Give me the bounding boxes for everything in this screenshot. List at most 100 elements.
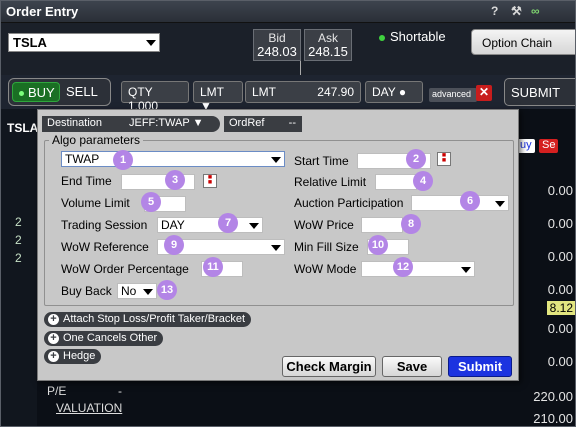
callout-badge: 1: [113, 150, 133, 170]
ask-value: 248.15: [308, 44, 348, 59]
callout-badge: 2: [406, 149, 426, 169]
one-cancels-other-label: One Cancels Other: [63, 332, 158, 344]
price-highlight: 8.12: [546, 301, 575, 315]
submit-top-button[interactable]: SUBMIT: [504, 78, 575, 106]
bid-value: 248.03: [257, 44, 297, 59]
chevron-down-icon: [143, 289, 153, 295]
ask-label: Ask: [317, 31, 338, 45]
price-tick: 220.00: [533, 389, 573, 404]
one-cancels-other-button[interactable]: + One Cancels Other: [44, 331, 164, 346]
advanced-order-panel: Destination JEFF:TWAP ▼ OrdRef -- Algo pa…: [37, 109, 519, 381]
callout-badge: 9: [164, 235, 184, 255]
price-tick: 0.00: [547, 321, 573, 336]
symbol-value: TSLA: [13, 35, 47, 50]
relative-limit-input[interactable]: [375, 174, 417, 190]
submit-button[interactable]: Submit: [448, 356, 512, 377]
calendar-icon[interactable]: ■ ■: [203, 174, 217, 188]
buy-button[interactable]: BUY: [12, 82, 60, 102]
callout-badge: 7: [218, 213, 238, 233]
limit-price-value: 247.90: [317, 85, 354, 99]
order-entry-window: Order Entry ? ⚒ ∞ TSLA Bid 248.03 Ask 24…: [0, 0, 576, 427]
symbol-select[interactable]: TSLA: [8, 33, 160, 52]
pe-label: P/E: [47, 384, 67, 398]
destination-value: JEFF:TWAP: [129, 117, 190, 129]
window-title: Order Entry: [6, 4, 79, 19]
trading-session-select[interactable]: DAY: [157, 217, 263, 233]
end-time-label: End Time: [61, 174, 112, 188]
sell-button[interactable]: SELL: [66, 84, 98, 99]
bid-box[interactable]: Bid 248.03: [253, 29, 301, 61]
chevron-down-icon: [271, 245, 281, 251]
chevron-down-icon: [146, 40, 156, 46]
callout-badge: 11: [203, 257, 223, 277]
background-panel-left: 2 2 2: [1, 109, 37, 426]
price-tick: 210.00: [533, 411, 573, 426]
wow-mode-label: WoW Mode: [294, 262, 357, 276]
tif-value: DAY: [372, 85, 396, 99]
option-chain-button[interactable]: Option Chain: [471, 29, 575, 55]
callout-badge: 8: [401, 214, 421, 234]
advanced-toggle[interactable]: advanced: [429, 88, 477, 102]
order-type-select[interactable]: LMT ▼: [193, 81, 243, 113]
wow-price-input[interactable]: [361, 217, 403, 233]
attach-stop-loss-label: Attach Stop Loss/Profit Taker/Bracket: [63, 313, 245, 325]
callout-badge: 12: [393, 257, 413, 277]
buy-indicator-icon: [19, 91, 24, 97]
ask-box[interactable]: Ask 248.15: [304, 29, 352, 61]
shortable-label: Shortable: [390, 29, 446, 44]
ordref-field[interactable]: OrdRef --: [224, 116, 302, 132]
plus-icon: +: [48, 351, 59, 362]
price-tick: 0.00: [547, 249, 573, 264]
auction-participation-label: Auction Participation: [294, 196, 404, 210]
help-icon[interactable]: ?: [491, 4, 498, 18]
close-icon[interactable]: ✕: [476, 85, 492, 101]
algo-legend: Algo parameters: [49, 133, 144, 147]
callout-badge: 4: [413, 171, 433, 191]
buy-back-value: No: [121, 284, 137, 298]
attach-stop-loss-button[interactable]: + Attach Stop Loss/Profit Taker/Bracket: [44, 312, 251, 327]
background-tab[interactable]: TSLA: [7, 121, 38, 135]
relative-limit-label: Relative Limit: [294, 175, 367, 189]
price-tick: 0.00: [547, 216, 573, 231]
min-fill-size-label: Min Fill Size: [294, 240, 359, 254]
chevron-down-icon: [271, 157, 281, 163]
valuation-link[interactable]: VALUATION: [56, 401, 122, 415]
save-button[interactable]: Save: [382, 356, 442, 377]
background-chart: uy Se 0.00 0.00 0.00 0.00 8.12 0.00 0.00…: [509, 109, 575, 426]
wrench-icon[interactable]: ⚒: [511, 4, 522, 18]
price-pointer: [300, 61, 301, 75]
background-sell-chip[interactable]: Se: [539, 139, 559, 153]
calendar-icon[interactable]: ■ ■: [437, 152, 451, 166]
buy-back-select[interactable]: No: [117, 283, 157, 299]
trading-session-label: Trading Session: [61, 218, 148, 232]
wow-mode-select[interactable]: [361, 261, 475, 277]
link-icon[interactable]: ∞: [531, 4, 540, 18]
price-tick: 0.00: [547, 183, 573, 198]
algo-strategy-value: TWAP: [65, 152, 100, 166]
limit-price-field[interactable]: LMT 247.90: [245, 81, 361, 103]
algo-parameters-group: Algo parameters TWAP 1 End Time ■ ■ 3 Vol…: [44, 133, 514, 306]
destination-select[interactable]: JEFF:TWAP ▼: [124, 116, 220, 132]
chevron-down-icon: [461, 267, 471, 273]
time-in-force-select[interactable]: DAY ●: [365, 81, 423, 103]
start-time-label: Start Time: [294, 154, 349, 168]
check-margin-button[interactable]: Check Margin: [282, 356, 376, 377]
title-bar: Order Entry ? ⚒ ∞: [1, 1, 575, 23]
callout-badge: 5: [141, 192, 161, 212]
hedge-label: Hedge: [63, 350, 96, 362]
buy-label: BUY: [28, 85, 55, 100]
pe-value: -: [118, 384, 122, 398]
chevron-down-icon: [495, 201, 505, 207]
background-value: 2: [15, 251, 22, 265]
buy-sell-toggle[interactable]: BUY SELL: [8, 78, 111, 106]
quote-row: TSLA Bid 248.03 Ask 248.15 Shortable Opt…: [1, 23, 575, 75]
chevron-down-icon: ▼: [192, 117, 204, 129]
wow-reference-label: WoW Reference: [61, 240, 149, 254]
quantity-field[interactable]: QTY 1,000: [121, 81, 189, 113]
hedge-button[interactable]: + Hedge: [44, 349, 102, 364]
status-dot-icon: [379, 34, 385, 41]
plus-icon: +: [48, 314, 59, 325]
background-buy-chip[interactable]: uy: [517, 139, 535, 153]
ordref-label: OrdRef: [229, 117, 265, 129]
algo-strategy-select[interactable]: TWAP: [61, 151, 285, 167]
